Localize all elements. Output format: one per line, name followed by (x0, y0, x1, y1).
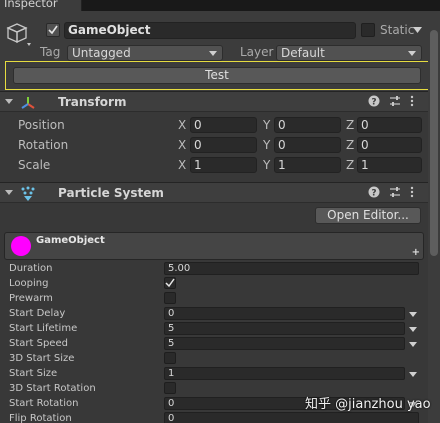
layer-dropdown-value: Default (281, 46, 325, 60)
tab-inspector-label: Inspector (4, 0, 58, 10)
axis-y-label: Y (263, 118, 271, 132)
position-label: Position (18, 118, 65, 132)
scale-label: Scale (18, 158, 51, 172)
start-size-field[interactable]: 1 (164, 367, 405, 380)
duration-label: Duration (9, 263, 53, 274)
checkmark-icon (165, 278, 175, 288)
looping-label: Looping (9, 278, 49, 289)
main-module-name: GameObject (36, 235, 105, 246)
start-speed-label: Start Speed (9, 338, 68, 349)
tag-dropdown[interactable]: Untagged (67, 45, 223, 61)
layer-dropdown[interactable]: Default (276, 45, 422, 61)
static-checkbox[interactable] (361, 23, 375, 37)
transform-title: Transform (58, 95, 127, 109)
start-rotation-label: Start Rotation (9, 398, 79, 409)
axis-z-label: Z (346, 138, 355, 152)
scale-z-field[interactable]: 1 (357, 157, 422, 173)
chevron-down-icon[interactable] (409, 327, 417, 332)
static-label: Static (380, 23, 415, 37)
gameobject-cube-icon[interactable] (6, 22, 32, 48)
flip-rotation-field[interactable]: 0 (164, 412, 419, 423)
scrollbar-thumb[interactable] (430, 30, 438, 256)
chevron-down-icon (408, 51, 416, 56)
main-module-header[interactable]: GameObject + (4, 232, 424, 260)
particle-system-icon (21, 186, 35, 201)
start-delay-field[interactable]: 0 (164, 307, 405, 320)
axis-z-label: Z (346, 118, 355, 132)
axis-x-label: X (178, 158, 187, 172)
prewarm-checkbox[interactable] (164, 292, 176, 304)
active-checkbox[interactable] (46, 23, 60, 37)
tab-inspector[interactable]: Inspector (0, 0, 82, 11)
start-delay-label: Start Delay (9, 308, 66, 319)
window-tab-bar: Inspector (0, 0, 440, 11)
position-y-field[interactable]: 0 (274, 117, 341, 133)
prewarm-label: Prewarm (9, 293, 53, 304)
svg-text:?: ? (371, 98, 376, 108)
axis-x-label: X (178, 138, 187, 152)
chevron-down-icon[interactable] (409, 342, 417, 347)
rotation-z-field[interactable]: 0 (357, 137, 422, 153)
open-editor-button[interactable]: Open Editor... (315, 207, 421, 224)
start-lifetime-field[interactable]: 5 (164, 322, 405, 335)
position-x-field[interactable]: 0 (190, 117, 257, 133)
3d-start-rotation-checkbox[interactable] (164, 382, 176, 394)
particle-color-swatch (11, 236, 31, 256)
particle-system-title: Particle System (58, 186, 164, 200)
context-menu-icon[interactable] (409, 95, 415, 107)
axis-z-label: Z (346, 158, 355, 172)
axis-y-label: Y (263, 138, 271, 152)
help-icon[interactable]: ? (368, 95, 380, 107)
flip-rotation-label: Flip Rotation (9, 413, 72, 423)
particle-system-header[interactable]: Particle System ? (0, 182, 428, 203)
chevron-down-icon (209, 51, 217, 56)
layer-label: Layer (240, 45, 274, 59)
axis-x-label: X (178, 118, 187, 132)
zhihu-watermark: 知乎 @jianzhou yao (305, 397, 431, 412)
static-dropdown-icon[interactable] (413, 27, 422, 33)
object-name-field[interactable]: GameObject (64, 22, 356, 39)
position-z-field[interactable]: 0 (357, 117, 422, 133)
preset-sliders-icon[interactable] (389, 186, 401, 198)
context-menu-icon[interactable] (409, 186, 415, 198)
chevron-down-icon[interactable] (409, 372, 417, 377)
start-size-label: Start Size (9, 368, 58, 379)
scale-x-field[interactable]: 1 (190, 157, 257, 173)
add-module-icon[interactable]: + (412, 247, 420, 258)
3d-start-rotation-label: 3D Start Rotation (9, 383, 96, 394)
rotation-y-field[interactable]: 0 (274, 137, 341, 153)
duration-field[interactable]: 5.00 (164, 262, 419, 275)
transform-header[interactable]: Transform ? (0, 91, 428, 112)
transform-axes-icon (21, 97, 35, 109)
checkmark-icon (48, 25, 58, 35)
3d-start-size-label: 3D Start Size (9, 353, 75, 364)
3d-start-size-checkbox[interactable] (164, 352, 176, 364)
preset-sliders-icon[interactable] (389, 95, 401, 107)
rotation-x-field[interactable]: 0 (190, 137, 257, 153)
chevron-down-icon[interactable] (409, 312, 417, 317)
foldout-arrow-icon[interactable] (5, 190, 13, 195)
start-lifetime-label: Start Lifetime (9, 323, 78, 334)
foldout-arrow-icon[interactable] (5, 99, 13, 104)
test-button[interactable]: Test (13, 67, 421, 84)
looping-checkbox[interactable] (164, 277, 176, 289)
rotation-label: Rotation (18, 138, 69, 152)
scale-y-field[interactable]: 1 (274, 157, 341, 173)
help-icon[interactable]: ? (368, 186, 380, 198)
axis-y-label: Y (263, 158, 271, 172)
tag-dropdown-value: Untagged (72, 46, 131, 60)
tag-label: Tag (40, 45, 61, 59)
svg-text:?: ? (371, 189, 376, 199)
start-speed-field[interactable]: 5 (164, 337, 405, 350)
